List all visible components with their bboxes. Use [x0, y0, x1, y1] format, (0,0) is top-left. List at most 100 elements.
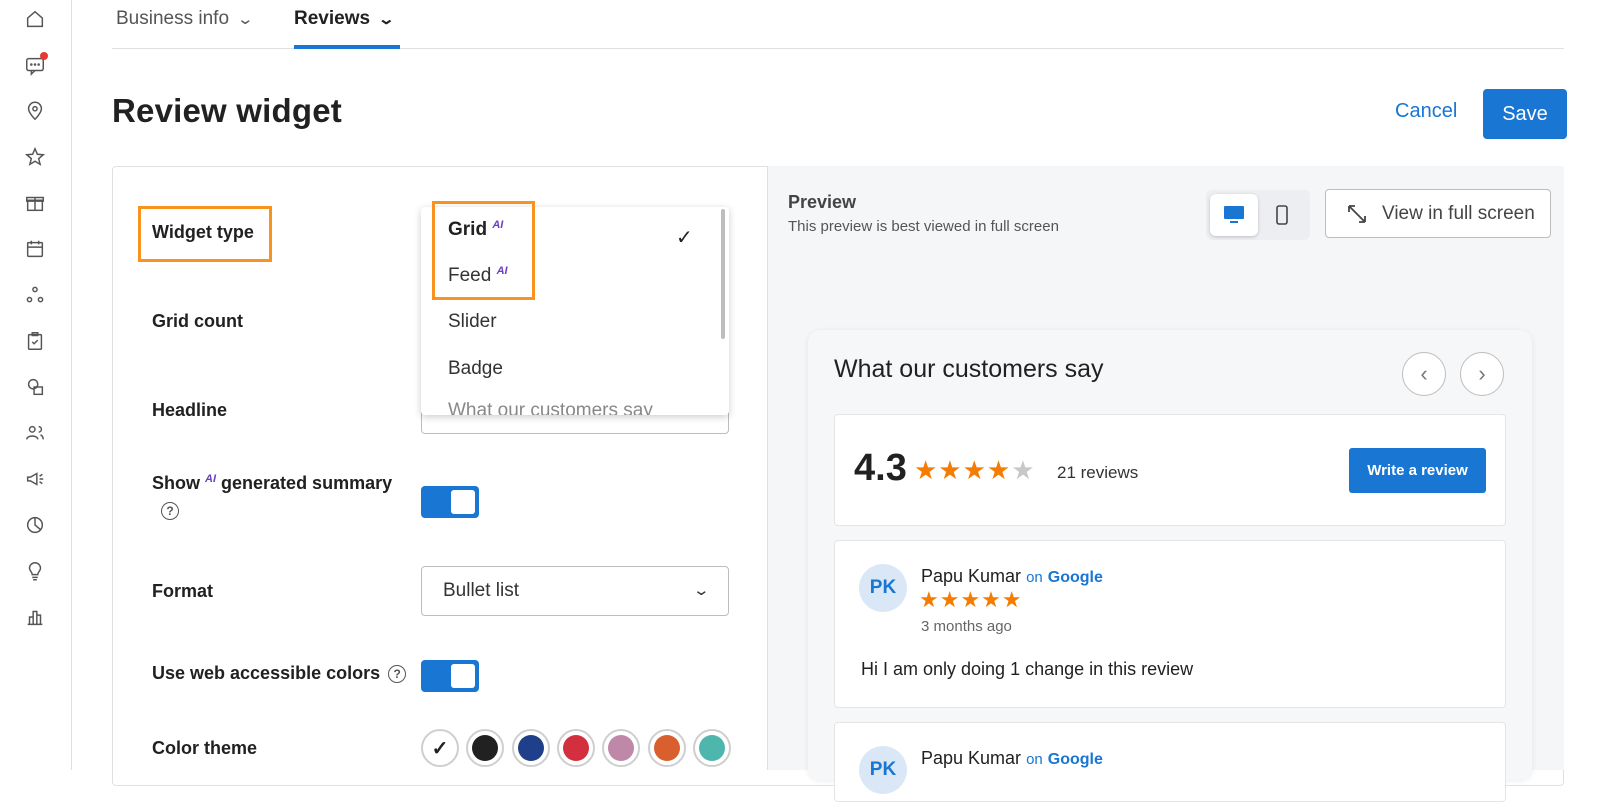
- format-label: Format: [152, 581, 214, 601]
- notification-dot: [40, 52, 48, 60]
- swatch-fill: [472, 735, 498, 761]
- chevron-left-icon: ‹: [1420, 361, 1428, 386]
- color-swatch-white[interactable]: ✓: [421, 729, 459, 767]
- star-icon[interactable]: [22, 144, 48, 170]
- review-stars: ★★★★★: [919, 587, 1023, 613]
- average-rating: 4.3: [854, 447, 907, 489]
- fullscreen-label: View in full screen: [1382, 202, 1535, 224]
- accessible-colors-toggle[interactable]: [421, 660, 479, 692]
- desktop-view-button[interactable]: [1210, 194, 1258, 236]
- swatch-fill: [608, 735, 634, 761]
- mobile-icon: [1276, 205, 1288, 225]
- avatar: PK: [859, 746, 907, 794]
- sidebar: [0, 0, 72, 770]
- ai-sparkle-icon: AI: [205, 473, 217, 485]
- reviewer-name-text: Papu Kumar: [921, 566, 1022, 586]
- reviewer-name-text: Papu Kumar: [921, 748, 1022, 768]
- calendar-icon[interactable]: [22, 236, 48, 262]
- top-tabs: Business info ⌄ Reviews ⌄: [112, 0, 1564, 49]
- color-swatch-navy[interactable]: [512, 729, 550, 767]
- toggle-knob: [451, 490, 475, 514]
- color-swatch-orange[interactable]: [648, 729, 686, 767]
- rating-stars: ★★★★★: [914, 455, 1036, 486]
- summary-help-icon[interactable]: ?: [161, 502, 179, 520]
- widget-type-label: Widget type: [152, 222, 254, 242]
- view-fullscreen-button[interactable]: View in full screen: [1325, 189, 1551, 238]
- color-theme-label: Color theme: [152, 738, 258, 758]
- reviewer-on: on: [1026, 751, 1043, 768]
- chevron-down-icon: ⌄: [236, 11, 255, 28]
- checkmark-icon: ✓: [676, 227, 693, 249]
- chevron-down-icon: ⌄: [692, 582, 711, 599]
- format-select[interactable]: Bullet list ⌄: [421, 566, 729, 616]
- chevron-right-icon: ›: [1478, 361, 1486, 386]
- bar-chart-icon[interactable]: [22, 604, 48, 630]
- swatch-fill: [699, 735, 725, 761]
- dropdown-option-slider[interactable]: Slider: [448, 311, 497, 333]
- tab-label: Business info: [116, 8, 230, 29]
- page-title: Review widget: [112, 92, 342, 129]
- messages-icon[interactable]: [22, 52, 48, 78]
- reviewer-on: on: [1026, 569, 1043, 586]
- swatch-fill: [518, 735, 544, 761]
- shapes-icon[interactable]: [22, 374, 48, 400]
- show-summary-prefix: Show: [152, 473, 200, 493]
- checkmark-icon: ✓: [431, 737, 449, 760]
- prev-arrow-button[interactable]: ‹: [1402, 352, 1446, 396]
- desktop-icon: [1224, 206, 1244, 223]
- color-swatch-red[interactable]: [557, 729, 595, 767]
- review-time: 3 months ago: [921, 618, 1012, 635]
- widget-headline: What our customers say: [834, 355, 1104, 383]
- cancel-button[interactable]: Cancel: [1395, 100, 1457, 123]
- pie-chart-icon[interactable]: [22, 512, 48, 538]
- star-empty-icon: ★: [1011, 455, 1036, 485]
- review-text: Hi I am only doing 1 change in this revi…: [861, 659, 1194, 679]
- dropdown-option-badge[interactable]: Badge: [448, 358, 503, 380]
- show-summary-suffix: generated summary: [221, 473, 393, 493]
- preview-title: Preview: [788, 192, 857, 212]
- review-source[interactable]: Google: [1048, 751, 1103, 768]
- swatch-fill: [654, 735, 680, 761]
- toggle-knob: [451, 664, 475, 688]
- color-swatch-teal[interactable]: [693, 729, 731, 767]
- expand-icon: [1348, 204, 1366, 223]
- people-icon[interactable]: [22, 420, 48, 446]
- dropdown-partial-text: What our customers say: [448, 400, 653, 415]
- network-icon[interactable]: [22, 282, 48, 308]
- next-arrow-button[interactable]: ›: [1460, 352, 1504, 396]
- location-icon[interactable]: [22, 98, 48, 124]
- color-swatch-black[interactable]: [466, 729, 504, 767]
- megaphone-icon[interactable]: [22, 466, 48, 492]
- mobile-view-button[interactable]: [1258, 194, 1306, 236]
- grid-count-label: Grid count: [152, 311, 243, 331]
- home-icon[interactable]: [22, 6, 48, 32]
- swatch-fill: [563, 735, 589, 761]
- chevron-down-icon: ⌄: [377, 11, 396, 28]
- reviewer-name: Papu Kumar on Google: [921, 566, 1103, 587]
- tab-reviews[interactable]: Reviews ⌄: [294, 8, 400, 49]
- star-icon: ★★★★★: [919, 587, 1023, 612]
- gift-icon[interactable]: [22, 190, 48, 216]
- tab-label: Reviews: [294, 8, 371, 29]
- review-source[interactable]: Google: [1048, 569, 1103, 586]
- lightbulb-icon[interactable]: [22, 558, 48, 584]
- grid-feed-highlight: [432, 201, 535, 300]
- device-toggle-group: [1206, 190, 1310, 240]
- help-icon: ?: [161, 502, 179, 520]
- format-value: Bullet list: [443, 580, 520, 601]
- tab-business-info[interactable]: Business info ⌄: [116, 8, 276, 49]
- help-icon[interactable]: ?: [388, 664, 407, 683]
- avatar: PK: [859, 564, 907, 612]
- accessible-colors-text: Use web accessible colors: [152, 663, 381, 683]
- clipboard-check-icon[interactable]: [22, 328, 48, 354]
- reviews-count: 21 reviews: [1057, 463, 1139, 482]
- save-button[interactable]: Save: [1483, 89, 1567, 139]
- color-swatch-mauve[interactable]: [602, 729, 640, 767]
- ai-summary-toggle[interactable]: [421, 486, 479, 518]
- write-review-button[interactable]: Write a review: [1349, 448, 1486, 493]
- dropdown-scrollbar[interactable]: [721, 209, 725, 339]
- star-icon: ★★★★: [914, 455, 1012, 485]
- preview-subtitle: This preview is best viewed in full scre…: [788, 218, 1059, 235]
- reviewer-name: Papu Kumar on Google: [921, 748, 1103, 769]
- accessible-colors-label: Use web accessible colors ?: [152, 663, 407, 684]
